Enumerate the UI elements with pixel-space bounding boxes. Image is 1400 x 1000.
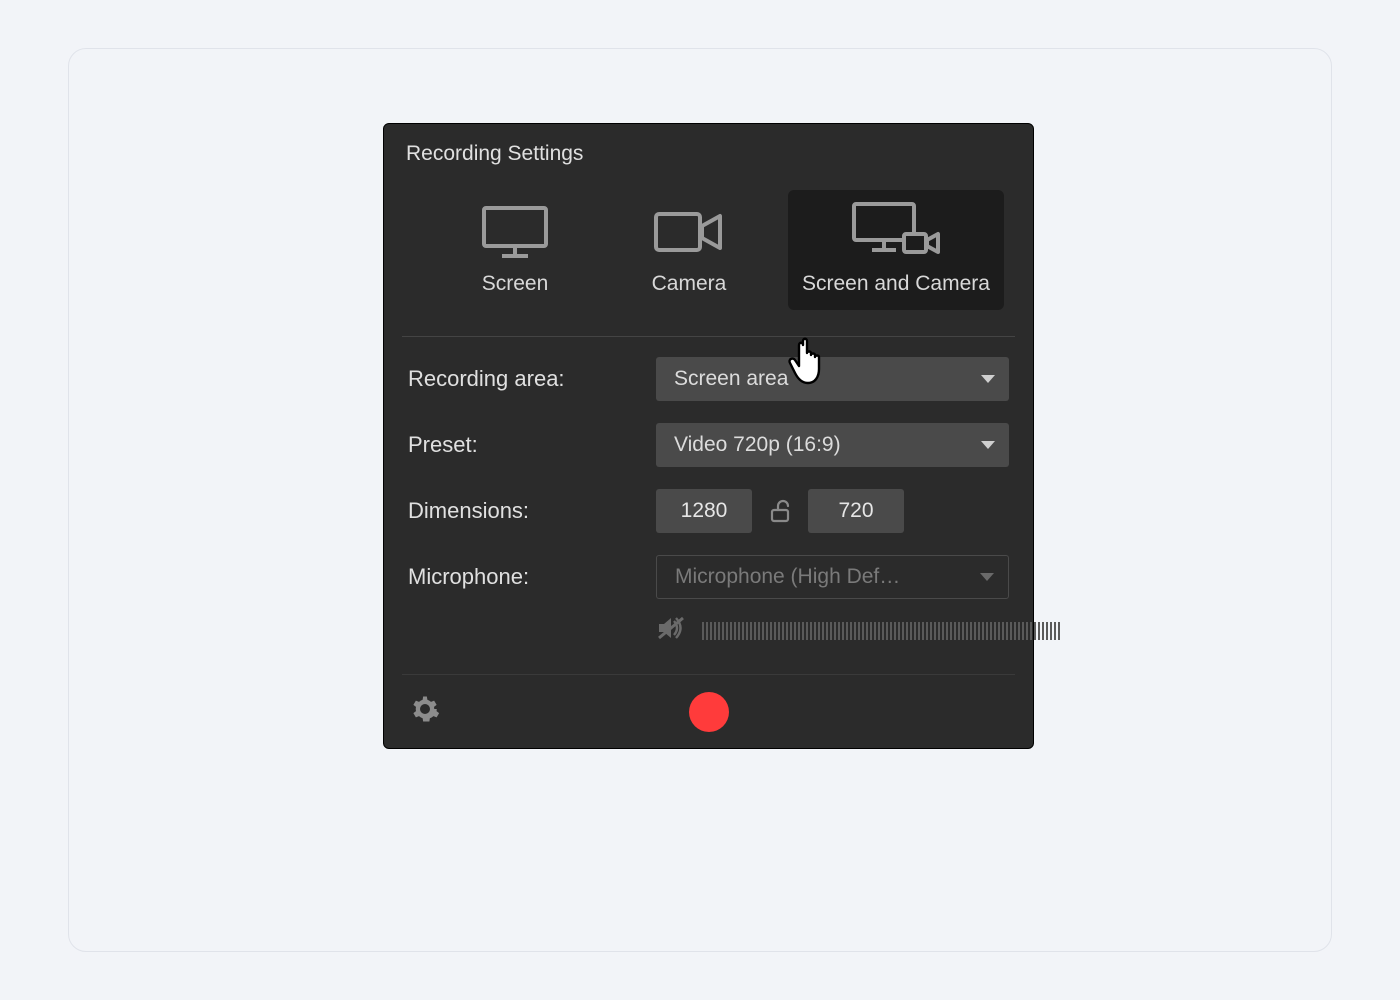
width-value: 1280 [681, 499, 728, 523]
width-input[interactable]: 1280 [656, 489, 752, 533]
chevron-down-icon [980, 573, 994, 581]
recording-settings-panel: Recording Settings Screen [383, 123, 1034, 749]
mode-camera-button[interactable]: Camera [614, 190, 764, 310]
chevron-down-icon [981, 375, 995, 383]
microphone-volume-row [408, 615, 1009, 646]
mode-selector: Screen Camera [402, 176, 1015, 337]
aspect-lock-toggle[interactable] [766, 497, 794, 525]
mode-screen-camera-label: Screen and Camera [802, 272, 990, 296]
volume-muted-icon [656, 615, 686, 641]
preset-row: Preset: Video 720p (16:9) [408, 423, 1009, 467]
chevron-down-icon [981, 441, 995, 449]
recording-area-label: Recording area: [408, 366, 656, 392]
screen-camera-icon [802, 200, 990, 262]
recording-area-value: Screen area [674, 367, 788, 391]
panel-title: Recording Settings [384, 124, 1033, 176]
dimensions-row: Dimensions: 1280 720 [408, 489, 1009, 533]
preset-value: Video 720p (16:9) [674, 433, 841, 457]
dimensions-label: Dimensions: [408, 498, 656, 524]
mode-camera-label: Camera [652, 272, 727, 296]
microphone-select[interactable]: Microphone (High Def… [656, 555, 1009, 599]
record-button[interactable] [689, 692, 729, 732]
settings-form: Recording area: Screen area Preset: Vide… [384, 337, 1033, 664]
height-value: 720 [838, 499, 873, 523]
recording-area-select[interactable]: Screen area [656, 357, 1009, 401]
mute-toggle[interactable] [656, 615, 686, 646]
microphone-label: Microphone: [408, 564, 656, 590]
settings-button[interactable] [410, 694, 440, 729]
volume-meter[interactable] [702, 619, 1060, 643]
mode-screen-button[interactable]: Screen [440, 190, 590, 310]
monitor-icon [454, 202, 576, 262]
mode-screen-camera-button[interactable]: Screen and Camera [788, 190, 1004, 310]
panel-footer [402, 674, 1015, 748]
canvas: Recording Settings Screen [68, 48, 1332, 952]
microphone-row: Microphone: Microphone (High Def… [408, 555, 1009, 599]
mode-screen-label: Screen [482, 272, 549, 296]
preset-select[interactable]: Video 720p (16:9) [656, 423, 1009, 467]
camera-icon [628, 202, 750, 262]
gear-icon [410, 694, 440, 724]
preset-label: Preset: [408, 432, 656, 458]
microphone-value: Microphone (High Def… [675, 565, 900, 589]
unlock-icon [769, 499, 791, 523]
recording-area-row: Recording area: Screen area [408, 357, 1009, 401]
height-input[interactable]: 720 [808, 489, 904, 533]
